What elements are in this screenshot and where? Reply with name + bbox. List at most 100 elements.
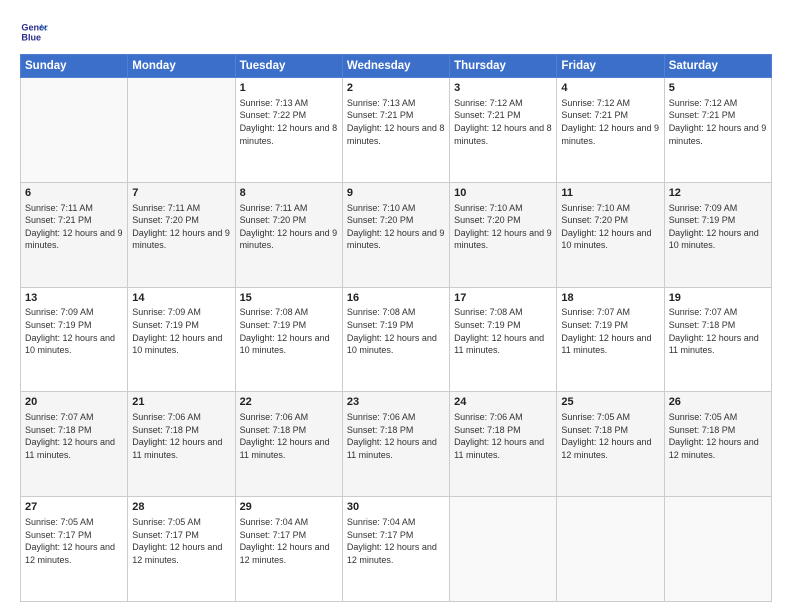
- calendar-day-cell: 24Sunrise: 7:06 AM Sunset: 7:18 PM Dayli…: [450, 392, 557, 497]
- calendar-day-cell: [664, 497, 771, 602]
- day-info: Sunrise: 7:12 AM Sunset: 7:21 PM Dayligh…: [561, 97, 659, 147]
- day-number: 28: [132, 500, 230, 515]
- day-info: Sunrise: 7:12 AM Sunset: 7:21 PM Dayligh…: [454, 97, 552, 147]
- logo: General Blue: [20, 18, 50, 46]
- day-info: Sunrise: 7:07 AM Sunset: 7:18 PM Dayligh…: [25, 411, 123, 461]
- calendar-day-cell: [21, 78, 128, 183]
- logo-icon: General Blue: [20, 18, 48, 46]
- calendar-day-cell: 18Sunrise: 7:07 AM Sunset: 7:19 PM Dayli…: [557, 287, 664, 392]
- calendar-day-cell: 21Sunrise: 7:06 AM Sunset: 7:18 PM Dayli…: [128, 392, 235, 497]
- day-info: Sunrise: 7:11 AM Sunset: 7:20 PM Dayligh…: [132, 202, 230, 252]
- day-number: 27: [25, 500, 123, 515]
- day-info: Sunrise: 7:05 AM Sunset: 7:17 PM Dayligh…: [132, 516, 230, 566]
- calendar-day-cell: 4Sunrise: 7:12 AM Sunset: 7:21 PM Daylig…: [557, 78, 664, 183]
- calendar-table: SundayMondayTuesdayWednesdayThursdayFrid…: [20, 54, 772, 602]
- weekday-header: Sunday: [21, 55, 128, 78]
- calendar-day-cell: 2Sunrise: 7:13 AM Sunset: 7:21 PM Daylig…: [342, 78, 449, 183]
- day-info: Sunrise: 7:06 AM Sunset: 7:18 PM Dayligh…: [454, 411, 552, 461]
- day-number: 23: [347, 395, 445, 410]
- day-info: Sunrise: 7:12 AM Sunset: 7:21 PM Dayligh…: [669, 97, 767, 147]
- day-number: 12: [669, 186, 767, 201]
- day-info: Sunrise: 7:13 AM Sunset: 7:22 PM Dayligh…: [240, 97, 338, 147]
- calendar-day-cell: 8Sunrise: 7:11 AM Sunset: 7:20 PM Daylig…: [235, 182, 342, 287]
- day-number: 14: [132, 291, 230, 306]
- day-number: 8: [240, 186, 338, 201]
- page: General Blue SundayMondayTuesdayWednesda…: [0, 0, 792, 612]
- weekday-header: Thursday: [450, 55, 557, 78]
- weekday-header: Friday: [557, 55, 664, 78]
- day-info: Sunrise: 7:08 AM Sunset: 7:19 PM Dayligh…: [240, 306, 338, 356]
- calendar-week-row: 20Sunrise: 7:07 AM Sunset: 7:18 PM Dayli…: [21, 392, 772, 497]
- calendar-day-cell: 12Sunrise: 7:09 AM Sunset: 7:19 PM Dayli…: [664, 182, 771, 287]
- day-number: 4: [561, 81, 659, 96]
- day-info: Sunrise: 7:05 AM Sunset: 7:18 PM Dayligh…: [669, 411, 767, 461]
- calendar-day-cell: 29Sunrise: 7:04 AM Sunset: 7:17 PM Dayli…: [235, 497, 342, 602]
- day-number: 24: [454, 395, 552, 410]
- calendar-day-cell: 16Sunrise: 7:08 AM Sunset: 7:19 PM Dayli…: [342, 287, 449, 392]
- calendar-day-cell: 6Sunrise: 7:11 AM Sunset: 7:21 PM Daylig…: [21, 182, 128, 287]
- weekday-header: Monday: [128, 55, 235, 78]
- day-info: Sunrise: 7:04 AM Sunset: 7:17 PM Dayligh…: [240, 516, 338, 566]
- day-number: 26: [669, 395, 767, 410]
- calendar-day-cell: 17Sunrise: 7:08 AM Sunset: 7:19 PM Dayli…: [450, 287, 557, 392]
- day-number: 15: [240, 291, 338, 306]
- day-info: Sunrise: 7:05 AM Sunset: 7:17 PM Dayligh…: [25, 516, 123, 566]
- calendar-day-cell: [128, 78, 235, 183]
- day-info: Sunrise: 7:09 AM Sunset: 7:19 PM Dayligh…: [669, 202, 767, 252]
- calendar-week-row: 6Sunrise: 7:11 AM Sunset: 7:21 PM Daylig…: [21, 182, 772, 287]
- weekday-header: Tuesday: [235, 55, 342, 78]
- calendar-day-cell: 10Sunrise: 7:10 AM Sunset: 7:20 PM Dayli…: [450, 182, 557, 287]
- day-info: Sunrise: 7:05 AM Sunset: 7:18 PM Dayligh…: [561, 411, 659, 461]
- day-info: Sunrise: 7:04 AM Sunset: 7:17 PM Dayligh…: [347, 516, 445, 566]
- day-number: 7: [132, 186, 230, 201]
- day-number: 29: [240, 500, 338, 515]
- day-info: Sunrise: 7:13 AM Sunset: 7:21 PM Dayligh…: [347, 97, 445, 147]
- day-info: Sunrise: 7:06 AM Sunset: 7:18 PM Dayligh…: [347, 411, 445, 461]
- weekday-header: Wednesday: [342, 55, 449, 78]
- calendar-day-cell: 7Sunrise: 7:11 AM Sunset: 7:20 PM Daylig…: [128, 182, 235, 287]
- svg-text:Blue: Blue: [21, 32, 41, 42]
- calendar-day-cell: 15Sunrise: 7:08 AM Sunset: 7:19 PM Dayli…: [235, 287, 342, 392]
- calendar-day-cell: 26Sunrise: 7:05 AM Sunset: 7:18 PM Dayli…: [664, 392, 771, 497]
- calendar-header-row: SundayMondayTuesdayWednesdayThursdayFrid…: [21, 55, 772, 78]
- day-number: 5: [669, 81, 767, 96]
- header: General Blue: [20, 18, 772, 46]
- calendar-week-row: 1Sunrise: 7:13 AM Sunset: 7:22 PM Daylig…: [21, 78, 772, 183]
- day-number: 3: [454, 81, 552, 96]
- day-info: Sunrise: 7:07 AM Sunset: 7:18 PM Dayligh…: [669, 306, 767, 356]
- day-number: 11: [561, 186, 659, 201]
- day-number: 20: [25, 395, 123, 410]
- day-number: 9: [347, 186, 445, 201]
- day-info: Sunrise: 7:08 AM Sunset: 7:19 PM Dayligh…: [454, 306, 552, 356]
- day-number: 17: [454, 291, 552, 306]
- calendar-day-cell: 23Sunrise: 7:06 AM Sunset: 7:18 PM Dayli…: [342, 392, 449, 497]
- day-number: 1: [240, 81, 338, 96]
- calendar-day-cell: 25Sunrise: 7:05 AM Sunset: 7:18 PM Dayli…: [557, 392, 664, 497]
- day-info: Sunrise: 7:06 AM Sunset: 7:18 PM Dayligh…: [240, 411, 338, 461]
- day-info: Sunrise: 7:09 AM Sunset: 7:19 PM Dayligh…: [25, 306, 123, 356]
- day-info: Sunrise: 7:10 AM Sunset: 7:20 PM Dayligh…: [454, 202, 552, 252]
- calendar-day-cell: [450, 497, 557, 602]
- day-info: Sunrise: 7:08 AM Sunset: 7:19 PM Dayligh…: [347, 306, 445, 356]
- calendar-day-cell: 22Sunrise: 7:06 AM Sunset: 7:18 PM Dayli…: [235, 392, 342, 497]
- day-info: Sunrise: 7:06 AM Sunset: 7:18 PM Dayligh…: [132, 411, 230, 461]
- day-info: Sunrise: 7:07 AM Sunset: 7:19 PM Dayligh…: [561, 306, 659, 356]
- calendar-day-cell: 20Sunrise: 7:07 AM Sunset: 7:18 PM Dayli…: [21, 392, 128, 497]
- calendar-day-cell: [557, 497, 664, 602]
- day-info: Sunrise: 7:10 AM Sunset: 7:20 PM Dayligh…: [561, 202, 659, 252]
- calendar-day-cell: 19Sunrise: 7:07 AM Sunset: 7:18 PM Dayli…: [664, 287, 771, 392]
- calendar-day-cell: 27Sunrise: 7:05 AM Sunset: 7:17 PM Dayli…: [21, 497, 128, 602]
- day-number: 16: [347, 291, 445, 306]
- calendar-week-row: 13Sunrise: 7:09 AM Sunset: 7:19 PM Dayli…: [21, 287, 772, 392]
- day-number: 30: [347, 500, 445, 515]
- calendar-day-cell: 1Sunrise: 7:13 AM Sunset: 7:22 PM Daylig…: [235, 78, 342, 183]
- day-number: 6: [25, 186, 123, 201]
- day-number: 18: [561, 291, 659, 306]
- day-info: Sunrise: 7:11 AM Sunset: 7:21 PM Dayligh…: [25, 202, 123, 252]
- day-number: 13: [25, 291, 123, 306]
- calendar-day-cell: 9Sunrise: 7:10 AM Sunset: 7:20 PM Daylig…: [342, 182, 449, 287]
- calendar-day-cell: 13Sunrise: 7:09 AM Sunset: 7:19 PM Dayli…: [21, 287, 128, 392]
- day-number: 2: [347, 81, 445, 96]
- calendar-day-cell: 11Sunrise: 7:10 AM Sunset: 7:20 PM Dayli…: [557, 182, 664, 287]
- day-number: 25: [561, 395, 659, 410]
